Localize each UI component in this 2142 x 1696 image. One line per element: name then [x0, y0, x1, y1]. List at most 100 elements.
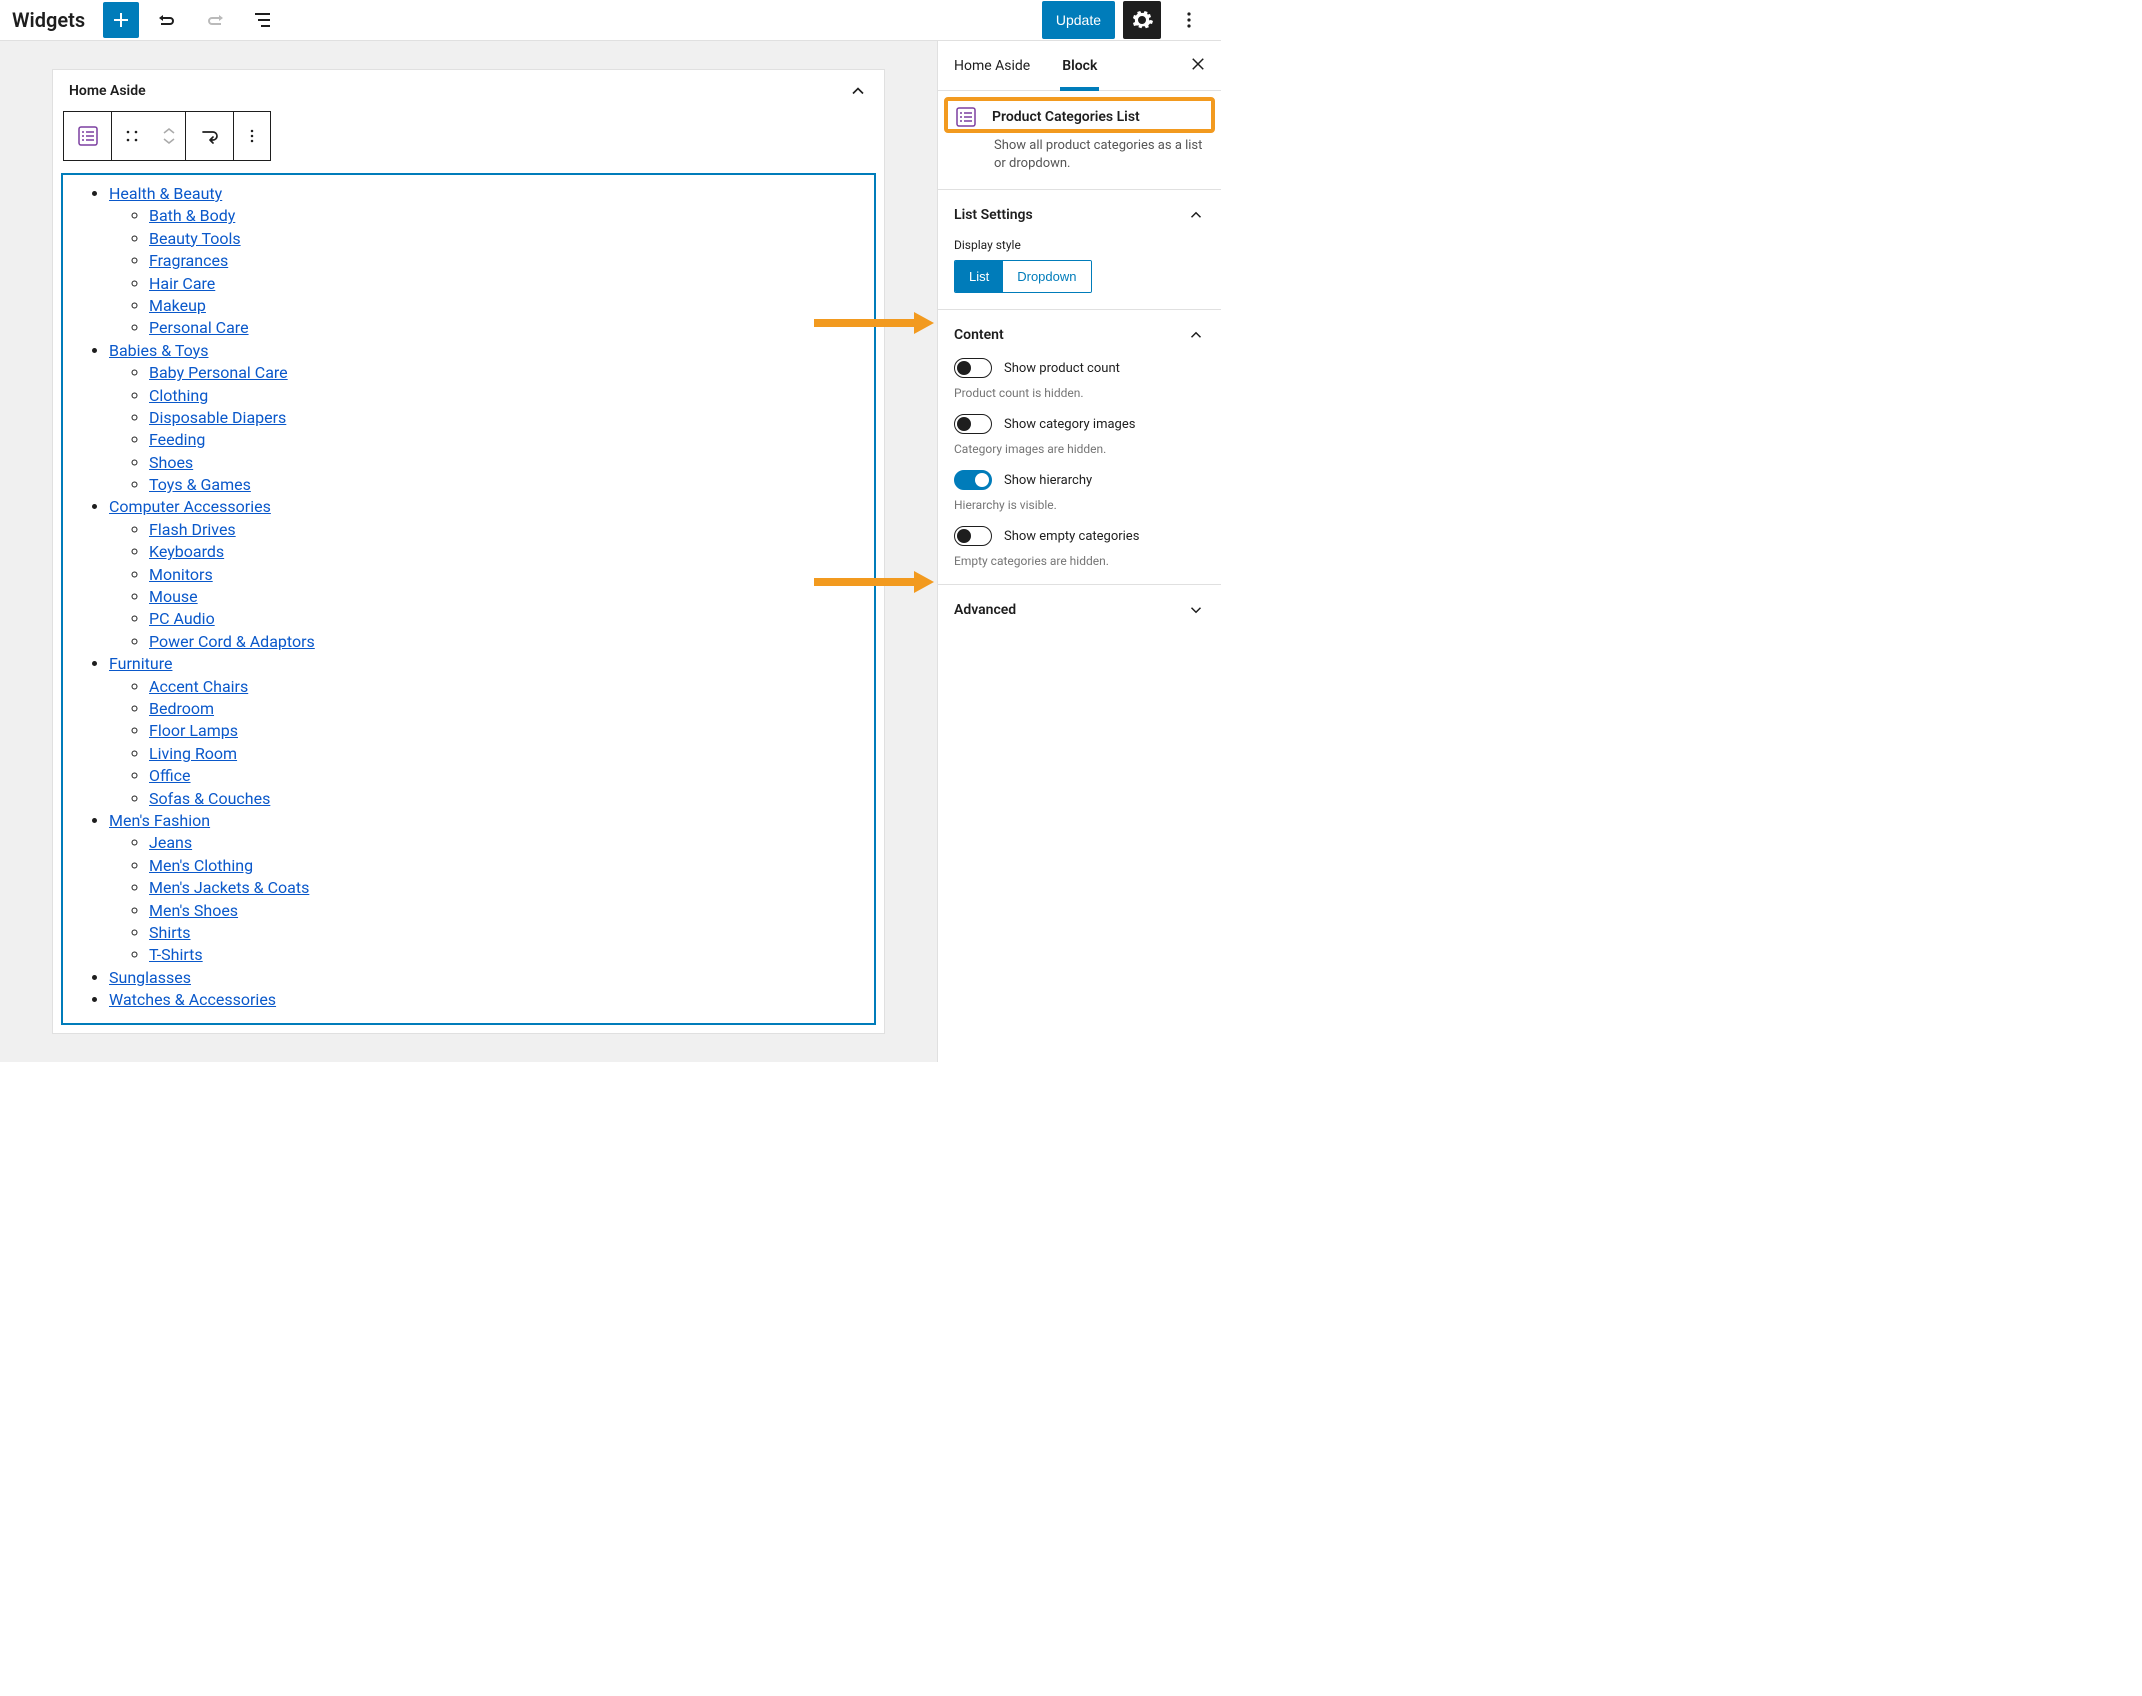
more-vertical-icon [1177, 8, 1201, 32]
redo-icon [203, 8, 227, 32]
subcategory-link[interactable]: Power Cord & Adaptors [149, 632, 315, 651]
category-item: Computer Accessories Flash Drives Keyboard… [109, 496, 862, 653]
subcategory-item: Shirts [149, 922, 862, 944]
subcategory-link[interactable]: Men's Jackets & Coats [149, 878, 309, 897]
subcategory-item: T-Shirts [149, 944, 862, 966]
category-item: Babies & Toys Baby Personal Care Clothing D… [109, 340, 862, 497]
subcategory-link[interactable]: T-Shirts [149, 945, 203, 964]
drag-handle[interactable] [112, 112, 152, 160]
subcategory-link[interactable]: PC Audio [149, 609, 215, 628]
chevron-up-icon [1187, 206, 1205, 224]
subcategory-link[interactable]: Feeding [149, 430, 205, 449]
subcategory-item: Disposable Diapers [149, 407, 862, 429]
page-title: Widgets [12, 8, 85, 32]
subcategory-link[interactable]: Shoes [149, 453, 193, 472]
tab-block[interactable]: Block [1046, 41, 1113, 90]
subcategory-item: Baby Personal Care [149, 362, 862, 384]
subcategory-link[interactable]: Baby Personal Care [149, 363, 288, 382]
subcategory-link[interactable]: Hair Care [149, 274, 215, 293]
subcategory-link[interactable]: Clothing [149, 386, 208, 405]
undo-button[interactable] [147, 0, 187, 40]
category-link[interactable]: Health & Beauty [109, 184, 222, 203]
advanced-panel: Advanced [938, 585, 1221, 635]
subcategory-link[interactable]: Fragrances [149, 251, 228, 270]
subcategory-link[interactable]: Flash Drives [149, 520, 236, 539]
subcategory-item: Men's Shoes [149, 900, 862, 922]
toggle-show-product-count[interactable] [954, 358, 992, 378]
subcategory-link[interactable]: Keyboards [149, 542, 224, 561]
subcategory-item: Hair Care [149, 273, 862, 295]
category-link[interactable]: Computer Accessories [109, 497, 271, 516]
subcategory-link[interactable]: Mouse [149, 587, 198, 606]
chevron-down-icon [162, 136, 176, 146]
toggle-show-category-images[interactable] [954, 414, 992, 434]
editor-canvas: Home Aside [0, 41, 937, 1062]
subcategory-link[interactable]: Bath & Body [149, 206, 235, 225]
subcategory-link[interactable]: Disposable Diapers [149, 408, 286, 427]
settings-button[interactable] [1123, 1, 1161, 39]
subcategory-item: Men's Jackets & Coats [149, 877, 862, 899]
toggle-show-empty-categories[interactable] [954, 526, 992, 546]
subcategory-item: Personal Care [149, 317, 862, 339]
category-link[interactable]: Watches & Accessories [109, 990, 276, 1009]
subcategory-item: Feeding [149, 429, 862, 451]
list-settings-heading[interactable]: List Settings [954, 206, 1205, 224]
subcategory-link[interactable]: Floor Lamps [149, 721, 238, 740]
more-options-button[interactable] [1169, 0, 1209, 40]
setting-desc: Hierarchy is visible. [954, 498, 1205, 512]
subcategory-link[interactable]: Men's Shoes [149, 901, 238, 920]
subcategory-link[interactable]: Sofas & Couches [149, 789, 270, 808]
undo-icon [155, 8, 179, 32]
display-style-label: Display style [954, 238, 1205, 252]
product-categories-block[interactable]: Health & Beauty Bath & Body Beauty Tools Fr… [61, 173, 876, 1025]
category-link[interactable]: Furniture [109, 654, 172, 673]
update-button[interactable]: Update [1042, 1, 1115, 39]
subcategory-item: Clothing [149, 385, 862, 407]
more-vertical-icon [242, 126, 262, 146]
list-settings-panel: List Settings Display style List Dropdow… [938, 190, 1221, 310]
content-heading[interactable]: Content [954, 326, 1205, 344]
move-to-icon [198, 124, 222, 148]
category-item: Men's Fashion Jeans Men's Clothing Men's Ja… [109, 810, 862, 967]
category-link[interactable]: Men's Fashion [109, 811, 210, 830]
redo-button[interactable] [195, 0, 235, 40]
move-to-area-button[interactable] [186, 112, 234, 160]
move-updown[interactable] [152, 112, 186, 160]
block-more-button[interactable] [234, 112, 270, 160]
display-style-list[interactable]: List [955, 261, 1003, 292]
subcategory-link[interactable]: Beauty Tools [149, 229, 241, 248]
subcategory-item: Bedroom [149, 698, 862, 720]
category-link[interactable]: Babies & Toys [109, 341, 208, 360]
widget-area-header[interactable]: Home Aside [53, 70, 884, 103]
close-sidebar-button[interactable] [1175, 55, 1221, 77]
list-view-button[interactable] [243, 0, 283, 40]
subcategory-item: Monitors [149, 564, 862, 586]
subcategory-link[interactable]: Toys & Games [149, 475, 251, 494]
subcategory-link[interactable]: Accent Chairs [149, 677, 248, 696]
advanced-heading[interactable]: Advanced [954, 601, 1205, 619]
tab-home-aside[interactable]: Home Aside [938, 41, 1046, 90]
category-link[interactable]: Sunglasses [109, 968, 191, 987]
block-type-button[interactable] [64, 112, 112, 160]
category-item: Furniture Accent Chairs Bedroom Floor Lamps… [109, 653, 862, 810]
subcategory-link[interactable]: Personal Care [149, 318, 249, 337]
subcategory-link[interactable]: Men's Clothing [149, 856, 253, 875]
subcategory-link[interactable]: Bedroom [149, 699, 214, 718]
list-view-icon [251, 8, 275, 32]
add-block-button[interactable] [103, 2, 139, 38]
block-card: Product Categories List Show all product… [938, 91, 1221, 190]
subcategory-link[interactable]: Makeup [149, 296, 206, 315]
subcategory-link[interactable]: Living Room [149, 744, 237, 763]
drag-icon [123, 127, 141, 145]
subcategory-link[interactable]: Monitors [149, 565, 213, 584]
chevron-down-icon [1187, 601, 1205, 619]
subcategory-link[interactable]: Office [149, 766, 191, 785]
toggle-show-hierarchy[interactable] [954, 470, 992, 490]
subcategory-link[interactable]: Jeans [149, 833, 192, 852]
display-style-dropdown[interactable]: Dropdown [1003, 261, 1090, 292]
subcategory-link[interactable]: Shirts [149, 923, 191, 942]
widget-area-panel: Home Aside [52, 69, 885, 1034]
settings-sidebar: Home Aside Block Product Categories List… [937, 41, 1221, 1062]
setting-desc: Empty categories are hidden. [954, 554, 1205, 568]
subcategory-item: Office [149, 765, 862, 787]
